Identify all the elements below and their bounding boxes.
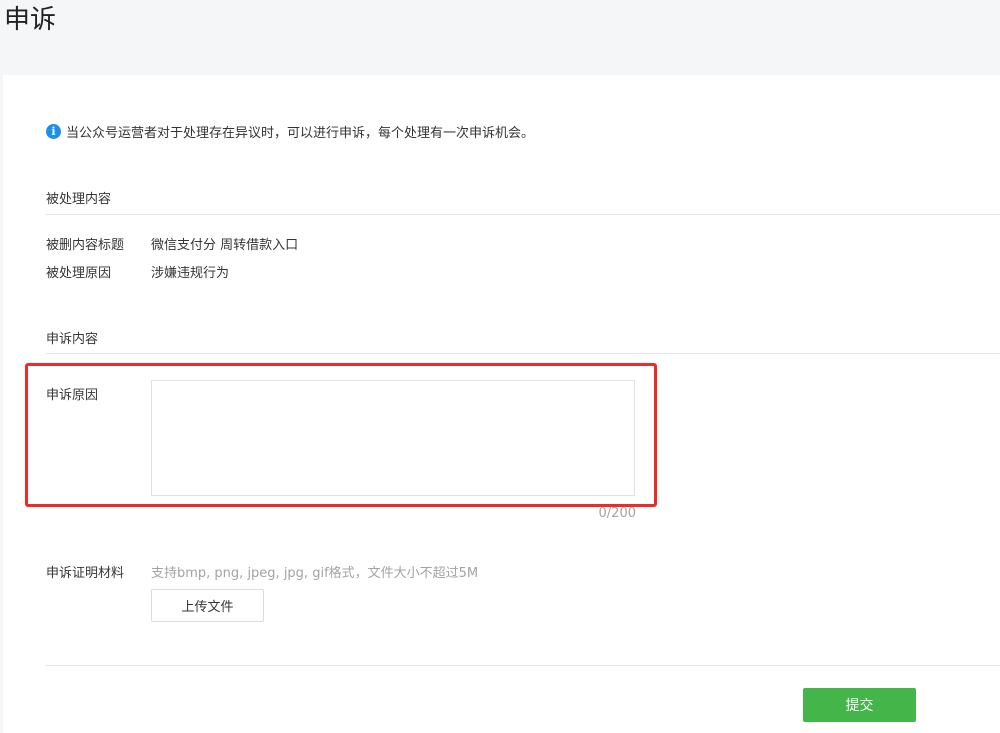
char-counter: 0/200 bbox=[598, 506, 636, 521]
page-title: 申诉 bbox=[4, 5, 57, 35]
notice-banner: i 当公众号运营者对于处理存在异议时，可以进行申诉，每个处理有一次申诉机会。 bbox=[46, 120, 534, 142]
upload-file-button[interactable]: 上传文件 bbox=[151, 589, 264, 622]
deleted-title-value: 微信支付分 周转借款入口 bbox=[151, 238, 299, 253]
evidence-label: 申诉证明材料 bbox=[46, 566, 125, 581]
submit-button[interactable]: 提交 bbox=[803, 688, 916, 722]
appeal-section-title: 申诉内容 bbox=[46, 332, 99, 347]
appeal-section-divider bbox=[46, 353, 1000, 354]
handle-reason-label: 被处理原因 bbox=[46, 266, 112, 281]
appeal-reason-textarea[interactable] bbox=[151, 380, 635, 496]
footer-divider bbox=[46, 665, 1000, 666]
handled-section-divider bbox=[46, 214, 1000, 215]
evidence-hint: 支持bmp, png, jpeg, jpg, gif格式，文件大小不超过5M bbox=[151, 566, 479, 581]
handle-reason-value: 涉嫌违规行为 bbox=[151, 266, 230, 281]
info-icon: i bbox=[46, 123, 61, 139]
notice-text: 当公众号运营者对于处理存在异议时，可以进行申诉，每个处理有一次申诉机会。 bbox=[66, 125, 535, 141]
deleted-title-label: 被删内容标题 bbox=[46, 238, 125, 253]
appeal-reason-label: 申诉原因 bbox=[46, 388, 99, 403]
handled-section-title: 被处理内容 bbox=[46, 192, 112, 207]
